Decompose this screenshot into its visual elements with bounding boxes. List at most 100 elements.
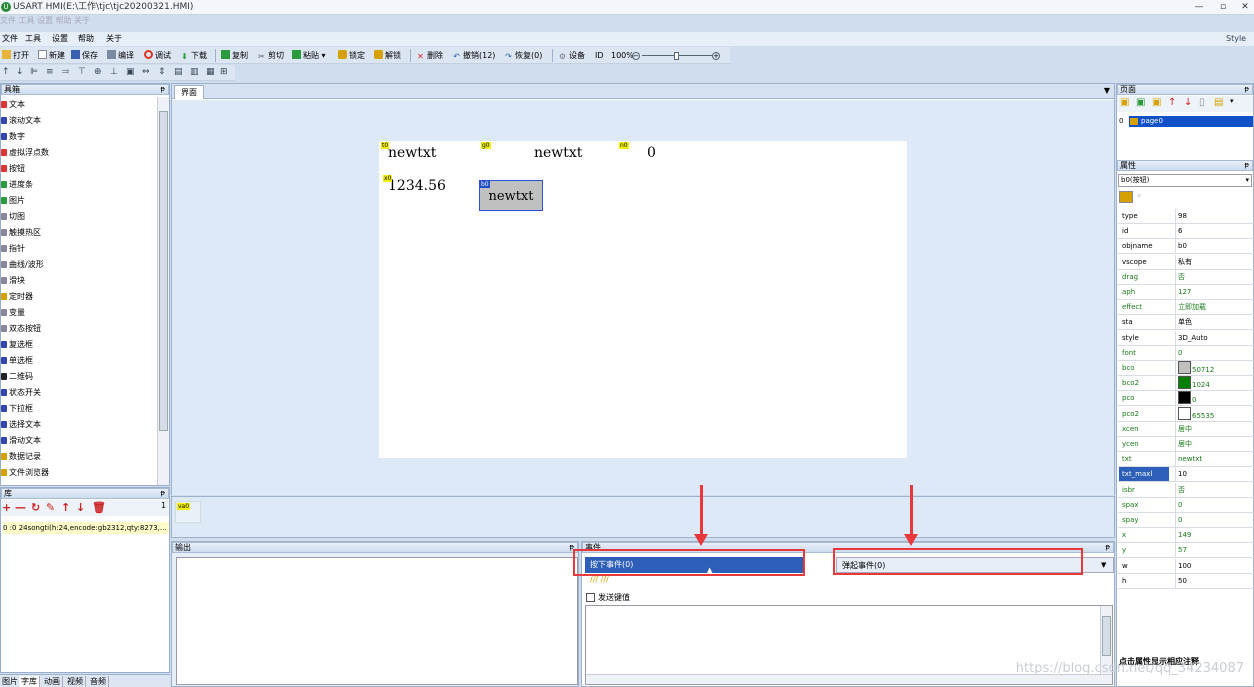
property-row-spay[interactable]: spay 0 [1118,513,1254,528]
open-button[interactable]: 打开 [2,49,29,62]
property-value[interactable]: 149 [1175,528,1253,543]
copy-button[interactable]: 复制 [221,49,248,62]
component-x0[interactable]: 1234.56 [388,178,446,194]
pin-icon[interactable]: ᵽ [1244,85,1249,94]
toolbox-item-combobox[interactable]: 下拉框 [1,401,156,416]
property-value[interactable]: 0 [1175,497,1253,512]
property-row-vscope[interactable]: vscope 私有 [1118,254,1254,270]
import-page-icon[interactable]: ▤ [1214,97,1223,108]
align-right-icon[interactable]: ⫤ [62,67,69,77]
menu-tools[interactable]: 工具 [25,32,41,46]
property-value[interactable]: 居中 [1175,437,1253,451]
pages-dropdown-icon[interactable]: ▾ [1230,97,1234,105]
page-item-page0[interactable]: page0 [1129,116,1253,127]
color-swatch[interactable] [1178,391,1191,405]
property-row-bco2[interactable]: bco2 1024 [1118,376,1254,393]
property-value[interactable]: 10 [1175,467,1253,482]
debug-button[interactable]: 调试 [144,49,171,62]
align-bottom-icon[interactable]: ⊥ [110,67,118,77]
toolbox-item-timer[interactable]: 定时器 [1,289,156,304]
property-value[interactable]: 否 [1175,269,1253,284]
hmi-page[interactable]: newtxt t0 newtxt g0 0 n0 1234.56 x0 newt… [379,141,907,458]
redo-button[interactable]: ↷ 恢复(0) [504,49,542,62]
property-row-aph[interactable]: aph 127 [1118,285,1254,300]
font-row[interactable]: 0 :0 24songti(h:24,encode:gb2312,qty:827… [3,522,169,534]
add-font-icon[interactable]: + [2,501,11,514]
toolbox-item-slide-text[interactable]: 滑动文本 [1,433,156,448]
same-width-icon[interactable]: ▤ [174,67,183,77]
style-menu[interactable]: Style [1226,32,1246,46]
align-middle-icon[interactable]: ⊕ [94,67,102,77]
color-swatch[interactable] [1178,376,1191,390]
pin-icon[interactable]: ᵽ [1244,161,1249,170]
toolbox-item-waveform[interactable]: 曲线/波形 [1,257,156,272]
distribute-icon[interactable]: ▦ [206,67,215,77]
toolbox-item-radio[interactable]: 单选框 [1,353,156,368]
pin-icon[interactable]: ᵽ [1105,543,1110,552]
toolbox-item-switch[interactable]: 状态开关 [1,385,156,400]
remove-font-icon[interactable]: — [15,501,26,514]
copy-page-icon[interactable]: ▣ [1152,97,1161,108]
tab-pictures[interactable]: 图片 [0,676,21,687]
download-button[interactable]: ⬇ 下载 [180,49,207,62]
tab-page-design[interactable]: 界面 [174,85,204,99]
menu-settings[interactable]: 设置 [52,32,68,46]
pin-icon[interactable]: ᵽ [160,489,165,498]
property-value[interactable]: 0 [1175,345,1253,360]
property-value[interactable]: 50 [1175,573,1253,588]
property-value[interactable]: 50712 [1175,361,1253,377]
align-top-icon[interactable]: ⊤ [78,67,86,77]
zoom-out-icon[interactable]: − [632,52,640,60]
menu-about[interactable]: 关于 [106,32,122,46]
font-down-icon[interactable]: ↓ [76,501,85,514]
property-value[interactable]: newtxt [1175,452,1253,467]
property-value[interactable]: 98 [1175,209,1253,223]
toolbox-item-qrcode[interactable]: 二维码 [1,369,156,384]
v-space-icon[interactable]: ⇕ [158,67,166,77]
tab-audio[interactable]: 音频 [88,676,109,687]
page-up-icon[interactable]: ↑ [1168,97,1176,108]
code-tools-icon[interactable]: /// /// [590,575,609,584]
toolbox-item-data-record[interactable]: 数据记录 [1,449,156,464]
property-row-isbr[interactable]: isbr 否 [1118,482,1254,498]
toolbox-item-float[interactable]: 虚拟浮点数 [1,145,156,160]
toolbox-item-dual-button[interactable]: 双态按钮 [1,321,156,336]
pin-icon[interactable]: ᵽ [160,85,165,94]
page-down-icon[interactable]: ↓ [1184,97,1192,108]
unlock-button[interactable]: 解锁 [374,49,401,62]
property-row-x[interactable]: x 149 [1118,528,1254,544]
trash-icon[interactable]: 🗑 [92,501,106,514]
compile-button[interactable]: 编译 [107,49,134,62]
toolbox-item-hotspot[interactable]: 触摸热区 [1,225,156,240]
toolbox-scrollbar[interactable] [157,97,169,485]
device-button[interactable]: ⚙ 设备 [558,49,585,62]
same-size-icon[interactable]: ▣ [126,67,135,77]
paste-button[interactable]: 粘贴 ▾ [292,49,326,62]
toolbox-item-progress[interactable]: 进度条 [1,177,156,192]
property-row-ycen[interactable]: ycen 居中 [1118,437,1254,452]
property-value[interactable]: 立即加载 [1175,300,1253,315]
component-n0[interactable]: 0 [647,145,656,161]
property-value[interactable]: b0 [1175,239,1253,254]
tab-dropdown-icon[interactable]: ▼ [1104,86,1110,95]
property-value[interactable]: 3D_Auto [1175,330,1253,345]
property-row-y[interactable]: y 57 [1118,543,1254,559]
toolbox-item-select-text[interactable]: 选择文本 [1,417,156,432]
insert-page-icon[interactable]: ▣ [1136,97,1145,108]
id-button[interactable]: ID [595,49,604,62]
property-row-w[interactable]: w 100 [1118,558,1254,574]
property-row-font[interactable]: font 0 [1118,345,1254,361]
tab-video[interactable]: 视频 [65,676,86,687]
property-value[interactable]: 100 [1175,558,1253,573]
color-swatch[interactable] [1178,361,1191,374]
delete-button[interactable]: ✕ 删除 [416,49,443,62]
property-row-effect[interactable]: effect 立即加载 [1118,300,1254,316]
object-selector[interactable]: b0(按钮) ▾ [1118,174,1252,187]
toolbox-item-picture[interactable]: 图片 [1,193,156,208]
property-row-xcen[interactable]: xcen 居中 [1118,421,1254,437]
property-value[interactable]: 单色 [1175,315,1253,330]
align-left-icon[interactable]: ⊫ [30,67,38,77]
font-up-icon[interactable]: ↑ [61,501,70,514]
save-button[interactable]: 保存 [71,49,98,62]
component-b0-button[interactable]: newtxt b0 [479,180,543,211]
